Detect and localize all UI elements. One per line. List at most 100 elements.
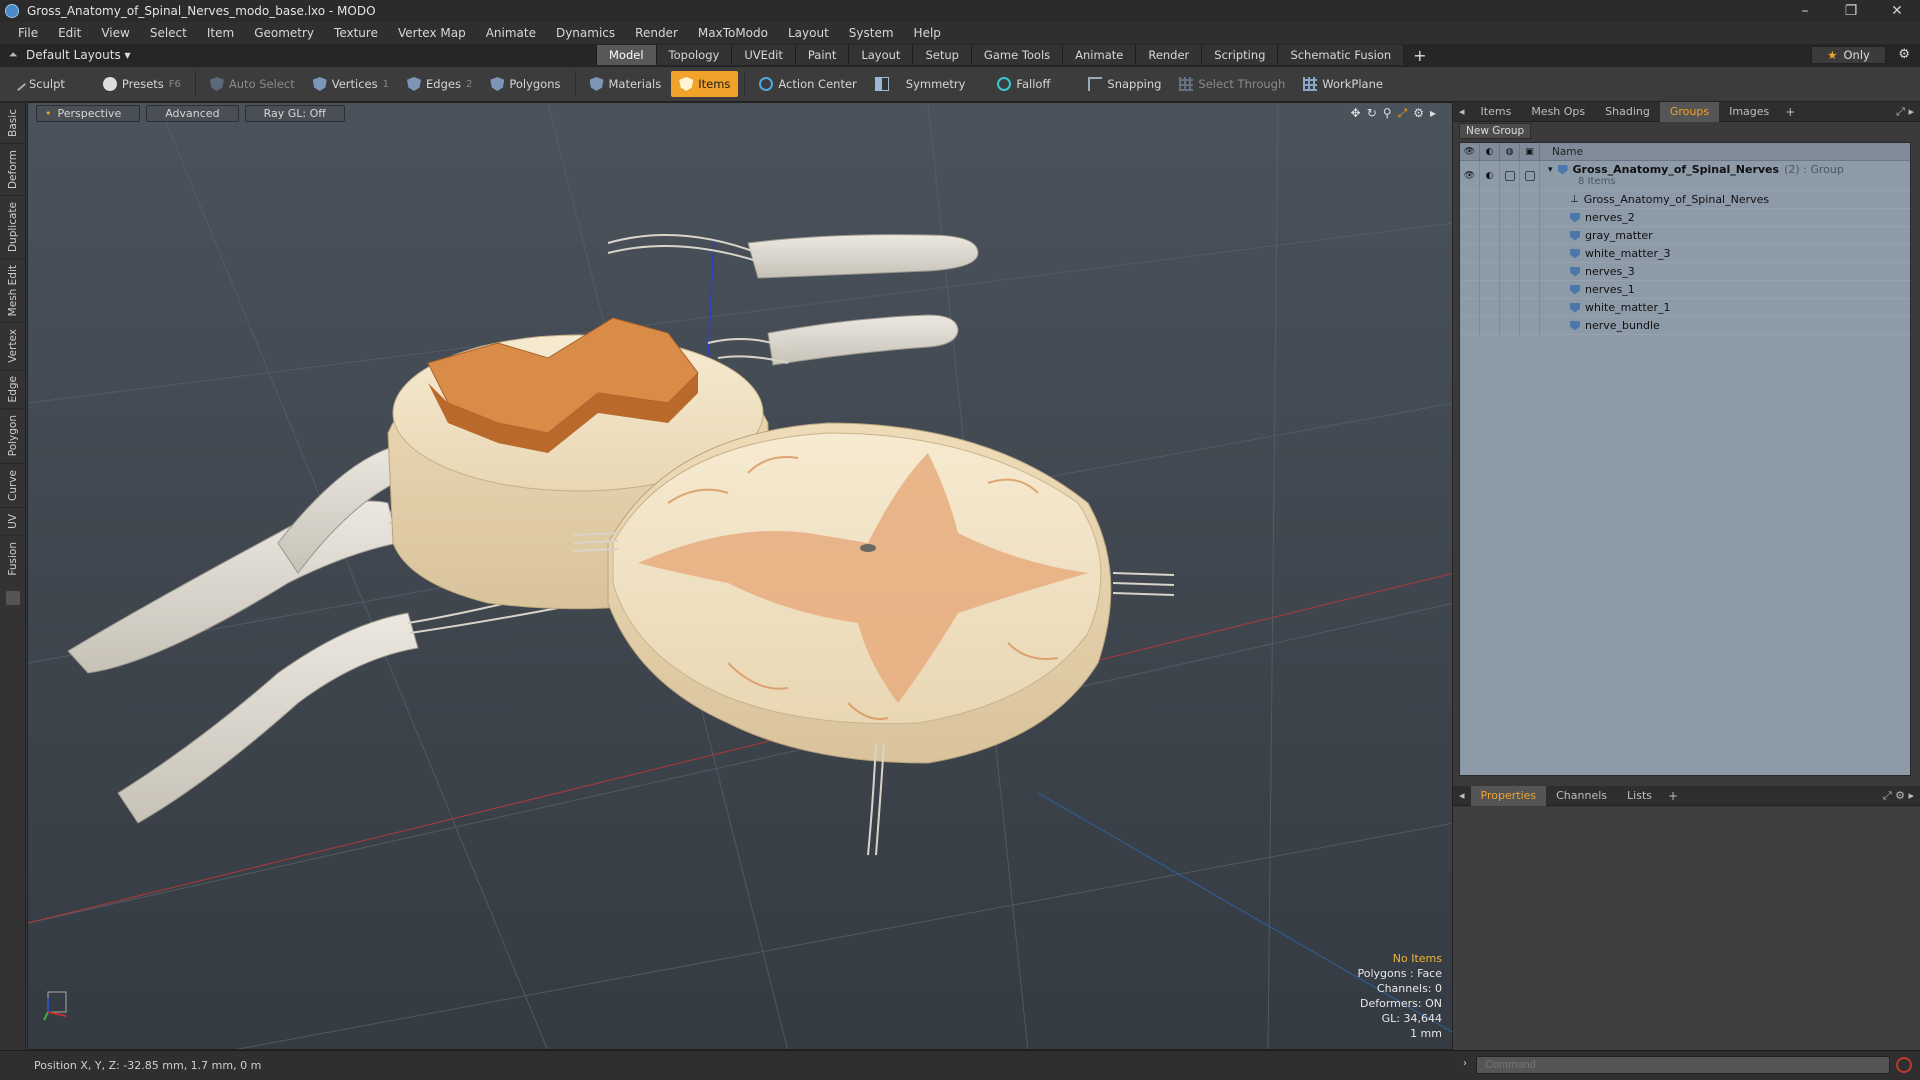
tab-vertex[interactable]: Vertex xyxy=(0,322,26,369)
snapping-button[interactable]: Snapping xyxy=(1080,71,1169,97)
list-item[interactable]: ⊥ Gross_Anatomy_of_Spinal_Nerves xyxy=(1460,190,1910,209)
menu-maxtomodo[interactable]: MaxToModo xyxy=(688,26,778,40)
list-item[interactable]: gray_matter xyxy=(1460,226,1910,245)
visibility-column-icon[interactable]: 👁 xyxy=(1460,142,1480,161)
menu-render[interactable]: Render xyxy=(625,26,688,40)
list-item[interactable]: nerves_3 xyxy=(1460,262,1910,281)
shading-mode-button[interactable]: Advanced xyxy=(146,104,239,122)
layout-collapse-icon[interactable]: ⏶ xyxy=(0,48,26,62)
command-input[interactable] xyxy=(1476,1056,1890,1074)
tab-basic[interactable]: Basic xyxy=(0,102,26,143)
add-panel-tab-icon[interactable]: + xyxy=(1779,105,1801,119)
menu-view[interactable]: View xyxy=(91,26,139,40)
auto-select-button[interactable]: Auto Select xyxy=(202,71,303,97)
menu-layout[interactable]: Layout xyxy=(778,26,839,40)
tab-channels[interactable]: Channels xyxy=(1546,786,1617,806)
list-item[interactable]: white_matter_3 xyxy=(1460,244,1910,263)
visibility-eye-icon[interactable]: 👁 xyxy=(1460,161,1480,191)
list-item[interactable]: nerves_1 xyxy=(1460,280,1910,299)
add-tab-icon[interactable]: + xyxy=(1403,46,1436,65)
layout-selector[interactable]: Default Layouts ▾ xyxy=(26,48,596,62)
tab-paint[interactable]: Paint xyxy=(794,45,849,65)
workplane-button[interactable]: WorkPlane xyxy=(1295,71,1391,97)
expand-arrow-icon[interactable]: ▾ xyxy=(1548,165,1553,175)
tab-layout[interactable]: Layout xyxy=(848,45,913,65)
menu-file[interactable]: File xyxy=(8,26,48,40)
list-item[interactable]: nerve_bundle xyxy=(1460,316,1910,335)
menu-texture[interactable]: Texture xyxy=(324,26,388,40)
menu-item[interactable]: Item xyxy=(197,26,244,40)
tab-groups[interactable]: Groups xyxy=(1659,101,1720,122)
move-view-icon[interactable]: ✥ xyxy=(1351,106,1361,121)
tab-game-tools[interactable]: Game Tools xyxy=(970,45,1063,65)
tab-deform[interactable]: Deform xyxy=(0,142,26,195)
gear-icon[interactable]: ⚙ xyxy=(1898,47,1910,62)
select-column-icon[interactable]: ▣ xyxy=(1520,142,1540,161)
menu-dynamics[interactable]: Dynamics xyxy=(546,26,625,40)
lock-column-icon[interactable]: ◍ xyxy=(1500,142,1520,161)
tab-uv[interactable]: UV xyxy=(0,506,26,535)
zoom-view-icon[interactable]: ⚲ xyxy=(1383,106,1392,121)
tab-scripting[interactable]: Scripting xyxy=(1201,45,1278,65)
vertices-button[interactable]: Vertices 1 xyxy=(305,71,397,97)
raygl-button[interactable]: Ray GL: Off xyxy=(244,104,345,122)
list-item[interactable]: white_matter_1 xyxy=(1460,298,1910,317)
tab-model[interactable]: Model xyxy=(596,45,656,65)
tab-curve[interactable]: Curve xyxy=(0,462,26,507)
tab-images[interactable]: Images xyxy=(1719,102,1779,122)
tab-topology[interactable]: Topology xyxy=(655,45,732,65)
only-button[interactable]: ★ Only xyxy=(1811,46,1886,64)
3d-viewport[interactable]: Perspective Advanced Ray GL: Off ✥ ↻ ⚲ ⤢… xyxy=(27,102,1453,1050)
edges-button[interactable]: Edges 2 xyxy=(399,71,480,97)
render-toggle-icon[interactable]: ◐ xyxy=(1480,161,1500,191)
tab-uvedit[interactable]: UVEdit xyxy=(731,45,795,65)
tab-items[interactable]: Items xyxy=(1471,102,1522,122)
restore-icon[interactable]: ❐ xyxy=(1828,0,1874,22)
tab-render[interactable]: Render xyxy=(1135,45,1202,65)
list-item[interactable]: nerves_2 xyxy=(1460,208,1910,227)
close-icon[interactable]: ✕ xyxy=(1874,0,1920,22)
menu-select[interactable]: Select xyxy=(140,26,197,40)
minimize-icon[interactable]: – xyxy=(1782,0,1828,22)
menu-help[interactable]: Help xyxy=(904,26,951,40)
command-history-icon[interactable]: › xyxy=(1463,1058,1467,1069)
tab-animate[interactable]: Animate xyxy=(1062,45,1136,65)
falloff-button[interactable]: Falloff xyxy=(989,71,1058,97)
expand-panel-icon[interactable]: ⤢ ⚙ ▸ xyxy=(1883,789,1920,803)
new-group-button[interactable]: New Group xyxy=(1459,123,1532,139)
render-column-icon[interactable]: ◐ xyxy=(1480,142,1500,161)
tab-polygon[interactable]: Polygon xyxy=(0,408,26,463)
viewport-settings-icon[interactable]: ⚙ xyxy=(1413,106,1424,121)
view-mode-button[interactable]: Perspective xyxy=(36,104,141,122)
tab-mesh-ops[interactable]: Mesh Ops xyxy=(1521,102,1595,122)
tab-duplicate[interactable]: Duplicate xyxy=(0,194,26,258)
lock-toggle[interactable] xyxy=(1500,161,1520,191)
menu-vertex-map[interactable]: Vertex Map xyxy=(388,26,476,40)
group-row[interactable]: 👁 ◐ ▾ Gross_Anatomy_of_Spinal_Nerves (2)… xyxy=(1460,161,1910,191)
stop-command-icon[interactable] xyxy=(1896,1057,1912,1073)
menu-system[interactable]: System xyxy=(839,26,904,40)
symmetry-button[interactable]: Symmetry xyxy=(867,71,974,97)
presets-button[interactable]: Presets F6 xyxy=(95,71,189,97)
rotate-view-icon[interactable]: ↻ xyxy=(1367,106,1377,121)
viewport-menu-icon[interactable]: ▸ xyxy=(1430,106,1436,121)
items-button[interactable]: Items xyxy=(671,71,739,97)
select-through-button[interactable]: Select Through xyxy=(1171,71,1293,97)
menu-edit[interactable]: Edit xyxy=(48,26,91,40)
expand-panel-icon[interactable]: ⤢ ▸ xyxy=(1896,105,1920,119)
menu-geometry[interactable]: Geometry xyxy=(244,26,324,40)
tab-shading[interactable]: Shading xyxy=(1595,102,1660,122)
maximize-view-icon[interactable]: ⤢ xyxy=(1398,106,1408,121)
tab-fusion[interactable]: Fusion xyxy=(0,534,26,582)
tab-properties[interactable]: Properties xyxy=(1470,785,1547,806)
action-center-button[interactable]: Action Center xyxy=(751,71,864,97)
collapse-strip-icon[interactable] xyxy=(6,591,20,606)
polygons-button[interactable]: Polygons xyxy=(482,71,568,97)
tab-lists[interactable]: Lists xyxy=(1617,786,1662,806)
name-column-header[interactable]: Name xyxy=(1540,146,1583,158)
select-toggle[interactable] xyxy=(1520,161,1540,191)
add-panel-tab-icon[interactable]: + xyxy=(1662,789,1684,803)
tab-setup[interactable]: Setup xyxy=(912,45,971,65)
materials-button[interactable]: Materials xyxy=(582,71,670,97)
sculpt-button[interactable]: Sculpt xyxy=(6,71,73,97)
